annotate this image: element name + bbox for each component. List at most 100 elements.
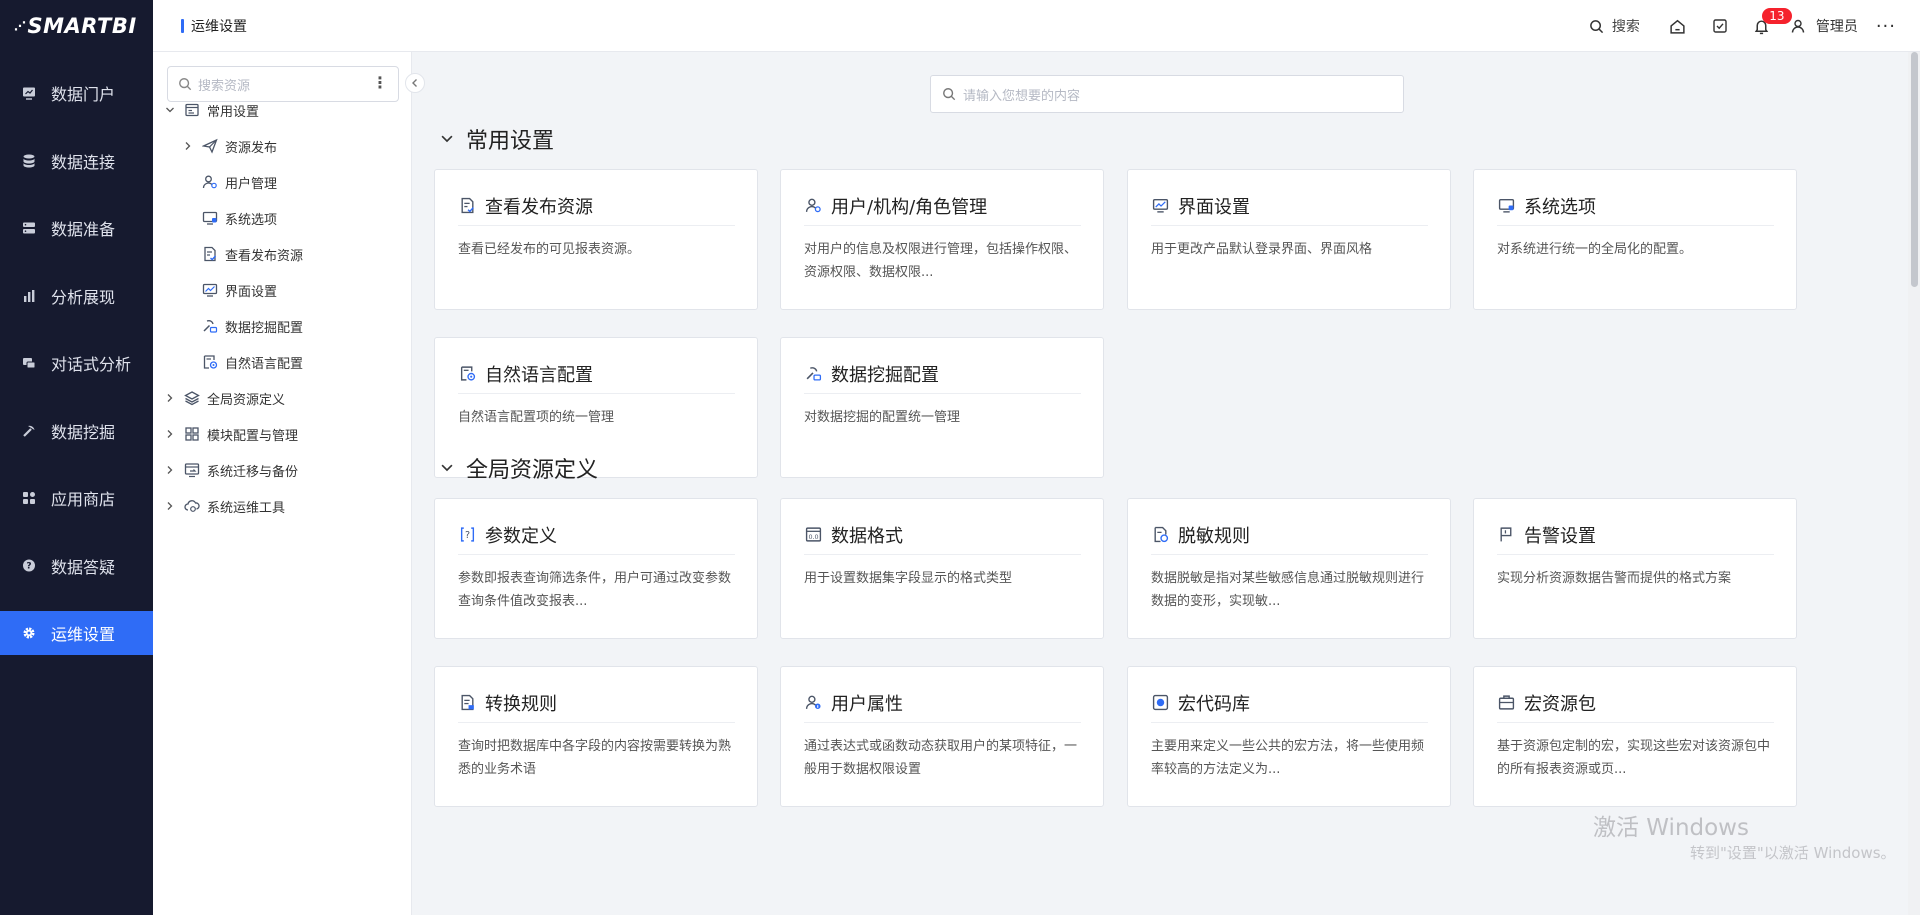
more-menu-button[interactable]: ···	[1876, 16, 1896, 37]
user-icon	[1791, 19, 1805, 33]
tree-item-9[interactable]: 模块配置与管理	[153, 416, 412, 452]
settings-card[interactable]: 转换规则 查询时把数据库中各字段的内容按需要转换为熟悉的业务术语	[434, 666, 758, 807]
nav-item-6[interactable]: 应用商店	[0, 476, 153, 520]
tree-item-8[interactable]: 全局资源定义	[153, 380, 412, 416]
card-icon	[804, 694, 822, 712]
tree-caret[interactable]	[163, 501, 177, 511]
tree-caret[interactable]	[163, 393, 177, 403]
tree-item-5[interactable]: 界面设置	[153, 272, 412, 308]
page-title: 运维设置	[191, 18, 247, 35]
settings-card[interactable]: 脱敏规则 数据脱敏是指对某些敏感信息通过脱敏规则进行数据的变形，实现敏...	[1127, 498, 1451, 639]
bar-chart-icon	[24, 289, 35, 302]
card-title: 用户属性	[831, 693, 903, 715]
chevron-right-icon	[167, 394, 173, 402]
section-title: 全局资源定义	[466, 458, 599, 483]
doc-check-icon	[460, 197, 474, 214]
tree-item-11[interactable]: 系统运维工具	[153, 488, 412, 524]
card-description: 查询时把数据库中各字段的内容按需要转换为熟悉的业务术语	[458, 739, 732, 777]
chevron-down-icon	[166, 107, 174, 113]
card-description: 参数即报表查询筛选条件，用户可通过改变参数查询条件值改变报表...	[458, 571, 732, 609]
tree-item-icon	[183, 497, 201, 515]
card-title: 查看发布资源	[485, 196, 593, 218]
content-search-input[interactable]: 请输入您想要的内容	[930, 75, 1404, 113]
tree-item-0[interactable]: 常用设置	[153, 92, 412, 128]
section-header-1[interactable]: 全局资源定义	[440, 452, 598, 484]
settings-card[interactable]: 界面设置 用于更改产品默认登录界面、界面风格	[1127, 169, 1451, 310]
nav-item-0[interactable]: 数据门户	[0, 71, 153, 115]
section-header-0[interactable]: 常用设置	[440, 123, 554, 155]
content-search-placeholder: 请输入您想要的内容	[963, 88, 1081, 104]
logo-text: SMARTBI	[27, 14, 137, 38]
doc-check-icon	[204, 246, 217, 262]
tree-item-2[interactable]: 用户管理	[153, 164, 412, 200]
notification-button[interactable]: 13	[1748, 8, 1792, 40]
settings-card[interactable]: 宏代码库 主要用来定义一些公共的宏方法，将一些使用频率较高的方法定义为...	[1127, 666, 1451, 807]
vertical-scrollbar[interactable]	[1908, 52, 1920, 915]
chat-window-icon	[23, 358, 36, 369]
settings-card[interactable]: 0.0 数据格式 用于设置数据集字段显示的格式类型	[780, 498, 1104, 639]
nav-item-1[interactable]: 数据连接	[0, 139, 153, 183]
resource-tree-panel: 搜索资源 ⋮ 常用设置 资源发布 用户管理 系统选项 查看发布资源 界面设置 数据挖掘配置自…	[153, 52, 412, 915]
tree-caret[interactable]	[163, 429, 177, 439]
tree-item-1[interactable]: 资源发布	[153, 128, 412, 164]
smartbi-logo[interactable]: ⋰ SMARTBI	[0, 0, 153, 52]
nav-item-2[interactable]: 数据准备	[0, 206, 153, 250]
home-icon	[1670, 19, 1685, 34]
tree-item-10[interactable]: 系统迁移与备份	[153, 452, 412, 488]
tree-item-label: 资源发布	[225, 140, 278, 156]
macro-code-icon	[1152, 694, 1168, 711]
svg-text:?: ?	[464, 530, 469, 541]
tree-caret[interactable]	[163, 465, 177, 475]
tree-caret[interactable]	[163, 105, 177, 115]
tree-item-3[interactable]: 系统选项	[153, 200, 412, 236]
nav-icon	[20, 84, 38, 102]
card-icon	[458, 197, 476, 215]
scrollbar-thumb[interactable]	[1911, 52, 1918, 287]
nav-item-5[interactable]: 数据挖掘	[0, 409, 153, 453]
card-header: 告警设置	[1497, 515, 1774, 555]
nav-item-4[interactable]: 对话式分析	[0, 341, 153, 385]
search-icon	[943, 88, 956, 101]
nlp-config-icon	[203, 355, 218, 369]
left-navigation: ⋰ SMARTBI 数据门户数据连接数据准备分析展现对话式分析数据挖掘应用商店 ? 数…	[0, 0, 153, 915]
settings-card[interactable]: 查看发布资源 查看已经发布的可见报表资源。	[434, 169, 758, 310]
settings-card[interactable]: 系统选项 对系统进行统一的全局化的配置。	[1473, 169, 1797, 310]
tree-item-label: 系统运维工具	[207, 500, 286, 516]
nav-item-3[interactable]: 分析展现	[0, 274, 153, 318]
task-button[interactable]	[1706, 12, 1734, 40]
task-check-icon	[1713, 19, 1727, 33]
nav-label: 数据准备	[51, 220, 116, 239]
user-menu[interactable]: 管理员	[1790, 16, 1858, 36]
tree-item-icon	[201, 209, 219, 227]
tree-item-label: 全局资源定义	[207, 392, 286, 408]
card-icon	[1497, 197, 1515, 215]
tree-item-4[interactable]: 查看发布资源	[153, 236, 412, 272]
settings-card[interactable]: 用户属性通过表达式或函数动态获取用户的某项特征，一般用于数据权限设置	[780, 666, 1104, 807]
nav-item-8[interactable]: 运维设置	[0, 611, 153, 655]
kebab-menu-icon[interactable]: ⋮	[372, 74, 388, 92]
settings-card[interactable]: 数据挖掘配置 对数据挖掘的配置统一管理	[780, 337, 1104, 478]
pickaxe-gear-icon	[203, 320, 218, 333]
tree-item-icon	[183, 389, 201, 407]
card-icon	[1151, 694, 1169, 712]
chevron-down-icon	[441, 135, 453, 143]
nav-icon	[20, 287, 38, 305]
mask-rule-icon	[1153, 526, 1168, 543]
modules-grid-icon	[185, 427, 199, 441]
card-description: 用于更改产品默认登录界面、界面风格	[1151, 242, 1373, 257]
tree-caret[interactable]	[181, 141, 195, 151]
card-header: 自然语言配置	[458, 354, 735, 394]
card-description: 通过表达式或函数动态获取用户的某项特征，一般用于数据权限设置	[804, 739, 1078, 777]
settings-card[interactable]: ? 参数定义 参数即报表查询筛选条件，用户可通过改变参数查询条件值改变报表...	[434, 498, 758, 639]
settings-card[interactable]: 告警设置 实现分析资源数据告警而提供的格式方案	[1473, 498, 1797, 639]
card-icon: 0.0	[804, 526, 822, 544]
tree-item-7[interactable]: 自然语言配置	[153, 344, 412, 380]
header-search-button[interactable]: 搜索	[1579, 11, 1650, 41]
collapse-panel-button[interactable]	[405, 73, 425, 93]
nav-item-7[interactable]: ? 数据答疑	[0, 544, 153, 588]
header-search-label: 搜索	[1611, 19, 1640, 35]
tree-item-6[interactable]: 数据挖掘配置	[153, 308, 412, 344]
home-button[interactable]	[1664, 12, 1692, 40]
settings-card[interactable]: 用户/机构/角色管理 对用户的信息及权限进行管理，包括操作权限、资源权限、数据权限…	[780, 169, 1104, 310]
settings-card[interactable]: 宏资源包 基于资源包定制的宏，实现这些宏对该资源包中的所有报表资源或页...	[1473, 666, 1797, 807]
